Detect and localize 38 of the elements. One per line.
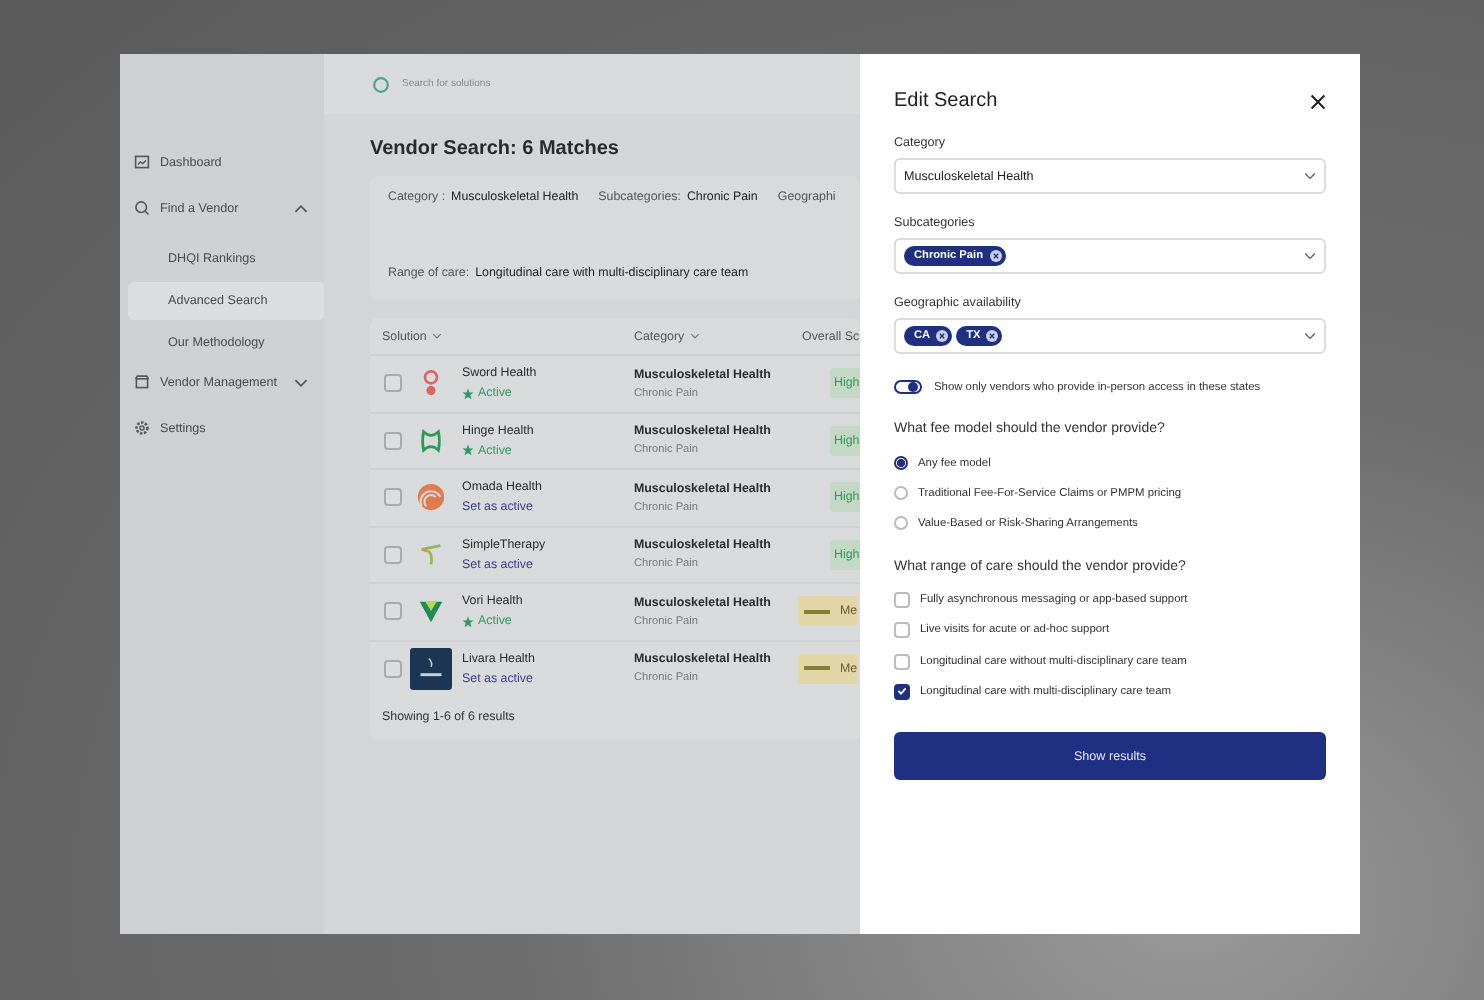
settings-icon <box>134 420 150 436</box>
star-icon <box>462 387 474 400</box>
logo-icon <box>416 596 446 627</box>
star-icon <box>462 615 474 628</box>
checkbox[interactable] <box>894 622 910 639</box>
logo-icon <box>416 425 446 456</box>
search-icon <box>134 200 150 216</box>
sort-icon <box>690 332 701 340</box>
row-checkbox[interactable] <box>384 431 402 450</box>
store-icon <box>134 374 150 390</box>
search-icon <box>372 75 390 93</box>
page-title: Vendor Search: 6 Matches <box>370 138 621 160</box>
toggle-switch[interactable] <box>894 380 922 394</box>
remove-icon <box>989 250 1001 262</box>
checkbox[interactable] <box>894 592 910 609</box>
row-checkbox[interactable] <box>384 374 402 393</box>
remove-icon <box>986 330 999 342</box>
close-icon[interactable] <box>1310 93 1326 109</box>
remove-icon <box>936 330 949 342</box>
checkbox[interactable] <box>894 683 910 700</box>
dashboard-icon <box>134 154 150 170</box>
chevron-icon <box>1304 172 1316 180</box>
chevron-icon <box>1304 332 1316 340</box>
chevron-icon <box>1304 252 1316 260</box>
radio-button[interactable] <box>894 456 908 471</box>
logo-icon <box>416 539 446 570</box>
logo-icon <box>416 482 446 513</box>
radio-button[interactable] <box>894 516 908 531</box>
checkbox[interactable] <box>894 653 910 670</box>
radio-button[interactable] <box>894 486 908 501</box>
row-checkbox[interactable] <box>384 659 402 678</box>
row-checkbox[interactable] <box>384 545 402 564</box>
row-checkbox[interactable] <box>384 602 402 621</box>
sort-icon <box>432 332 443 340</box>
panel-title: Edit Search <box>894 90 998 112</box>
logo-icon <box>410 647 452 690</box>
star-icon <box>462 444 474 457</box>
row-checkbox[interactable] <box>384 488 402 507</box>
